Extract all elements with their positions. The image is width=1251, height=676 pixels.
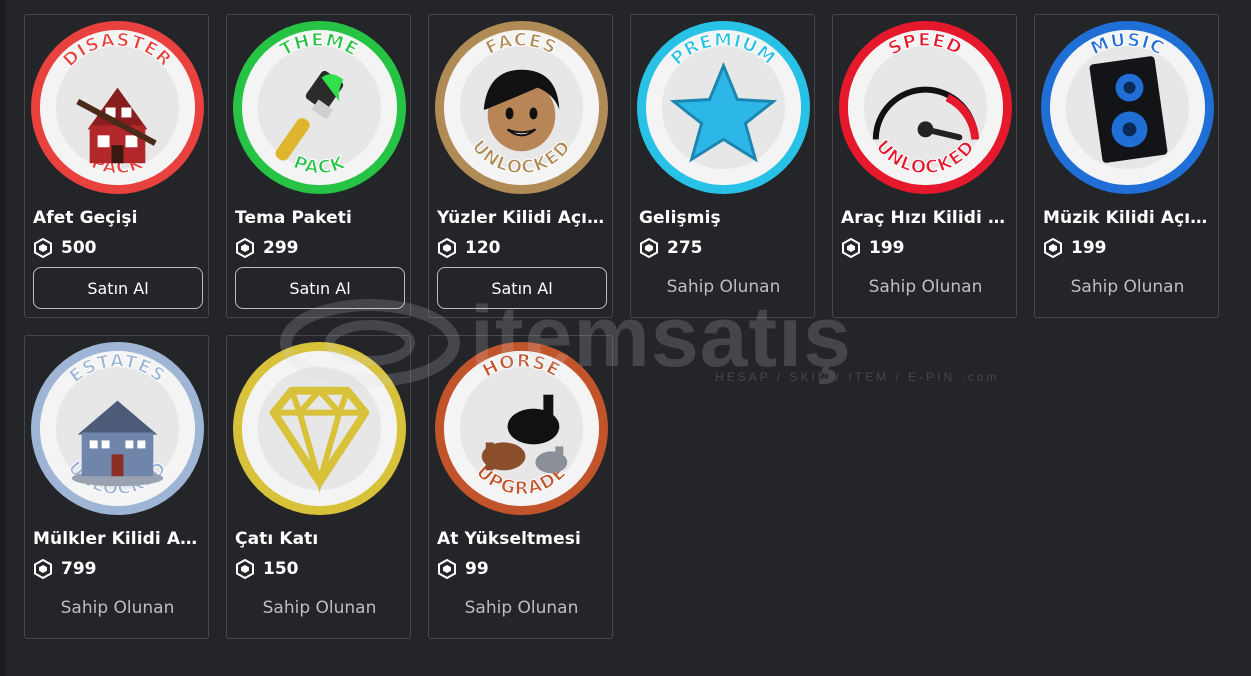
item-badge-svg: ESTATES UNLOCKED [30, 341, 205, 516]
item-name: Gelişmiş [639, 208, 721, 228]
price-row: 275 [639, 236, 703, 260]
owned-label: Sahip Olunan [60, 598, 175, 618]
item-price: 299 [263, 238, 299, 258]
owned-label: Sahip Olunan [464, 598, 579, 618]
horse-icon: HORSE UPGRADE [432, 339, 611, 518]
item-name: Çatı Katı [235, 529, 319, 549]
watermark-tagline: HESAP / SKIN / ITEM / E-PIN .com [715, 370, 1000, 384]
item-badge-svg: HORSE UPGRADE [434, 341, 609, 516]
item-price: 120 [465, 238, 501, 258]
item-badge-svg: DISASTER PACK [30, 20, 205, 195]
item-card[interactable]: THEME PACK Tema Paketi 299 Satın Al [226, 14, 411, 318]
house-icon: DISASTER PACK [28, 18, 207, 197]
item-name: Afet Geçişi [33, 208, 138, 228]
owned-label: Sahip Olunan [666, 277, 781, 297]
item-card[interactable]: FACES UNLOCKED Yüzler Kilidi Açıldı 120 … [428, 14, 613, 318]
paintbrush-icon: THEME PACK [230, 18, 409, 197]
item-card[interactable]: Çatı Katı 150 Sahip Olunan [226, 335, 411, 639]
buy-button[interactable]: Satın Al [33, 267, 203, 309]
item-badge-svg: MUSIC [1040, 20, 1215, 195]
speedometer-icon: SPEED UNLOCKED [836, 18, 1015, 197]
item-price: 275 [667, 238, 703, 258]
item-badge-svg [232, 341, 407, 516]
price-row: 299 [235, 236, 299, 260]
item-badge-svg: FACES UNLOCKED [434, 20, 609, 195]
item-name: Yüzler Kilidi Açıldı [437, 208, 607, 228]
item-price: 99 [465, 559, 489, 579]
item-card[interactable]: DISASTER PACK Afet Geçişi 500 Satın Al [24, 14, 209, 318]
item-name: At Yükseltmesi [437, 529, 581, 549]
face-icon: FACES UNLOCKED [432, 18, 611, 197]
item-card[interactable]: HORSE UPGRADE At Yükseltmesi 99 Sahip Ol… [428, 335, 613, 639]
mansion-icon: ESTATES UNLOCKED [28, 339, 207, 518]
speaker-icon: MUSIC [1038, 18, 1217, 197]
item-card[interactable]: SPEED UNLOCKED Araç Hızı Kilidi Açıldı 1… [832, 14, 1017, 318]
owned-label: Sahip Olunan [1070, 277, 1185, 297]
item-price: 199 [869, 238, 905, 258]
price-row: 199 [841, 236, 905, 260]
robux-icon [34, 238, 52, 258]
star-icon: PREMIUM [634, 18, 813, 197]
item-badge-svg: THEME PACK [232, 20, 407, 195]
price-row: 99 [437, 557, 489, 581]
price-row: 199 [1043, 236, 1107, 260]
item-price: 799 [61, 559, 97, 579]
item-card[interactable]: MUSIC Müzik Kilidi Açıldı 199 Sahip Olun… [1034, 14, 1219, 318]
price-row: 799 [33, 557, 97, 581]
robux-icon [34, 559, 52, 579]
item-name: Tema Paketi [235, 208, 352, 228]
robux-icon [1044, 238, 1062, 258]
robux-icon [438, 559, 456, 579]
buy-button[interactable]: Satın Al [235, 267, 405, 309]
robux-icon [842, 238, 860, 258]
robux-icon [640, 238, 658, 258]
robux-icon [438, 238, 456, 258]
item-card[interactable]: PREMIUM Gelişmiş 275 Sahip Olunan [630, 14, 815, 318]
robux-icon [236, 559, 254, 579]
item-name: Mülkler Kilidi Açıldı [33, 529, 203, 549]
item-name: Araç Hızı Kilidi Açıldı [841, 208, 1011, 228]
owned-label: Sahip Olunan [868, 277, 983, 297]
item-badge-svg: SPEED UNLOCKED [838, 20, 1013, 195]
left-edge [0, 0, 6, 676]
item-price: 150 [263, 559, 299, 579]
buy-button[interactable]: Satın Al [437, 267, 607, 309]
price-row: 500 [33, 236, 97, 260]
price-row: 150 [235, 557, 299, 581]
item-price: 500 [61, 238, 97, 258]
robux-icon [236, 238, 254, 258]
item-card[interactable]: ESTATES UNLOCKED Mülkler Kilidi Açıldı 7… [24, 335, 209, 639]
price-row: 120 [437, 236, 501, 260]
item-price: 199 [1071, 238, 1107, 258]
owned-label: Sahip Olunan [262, 598, 377, 618]
diamond-icon [230, 339, 409, 518]
item-name: Müzik Kilidi Açıldı [1043, 208, 1213, 228]
item-badge-svg: PREMIUM [636, 20, 811, 195]
